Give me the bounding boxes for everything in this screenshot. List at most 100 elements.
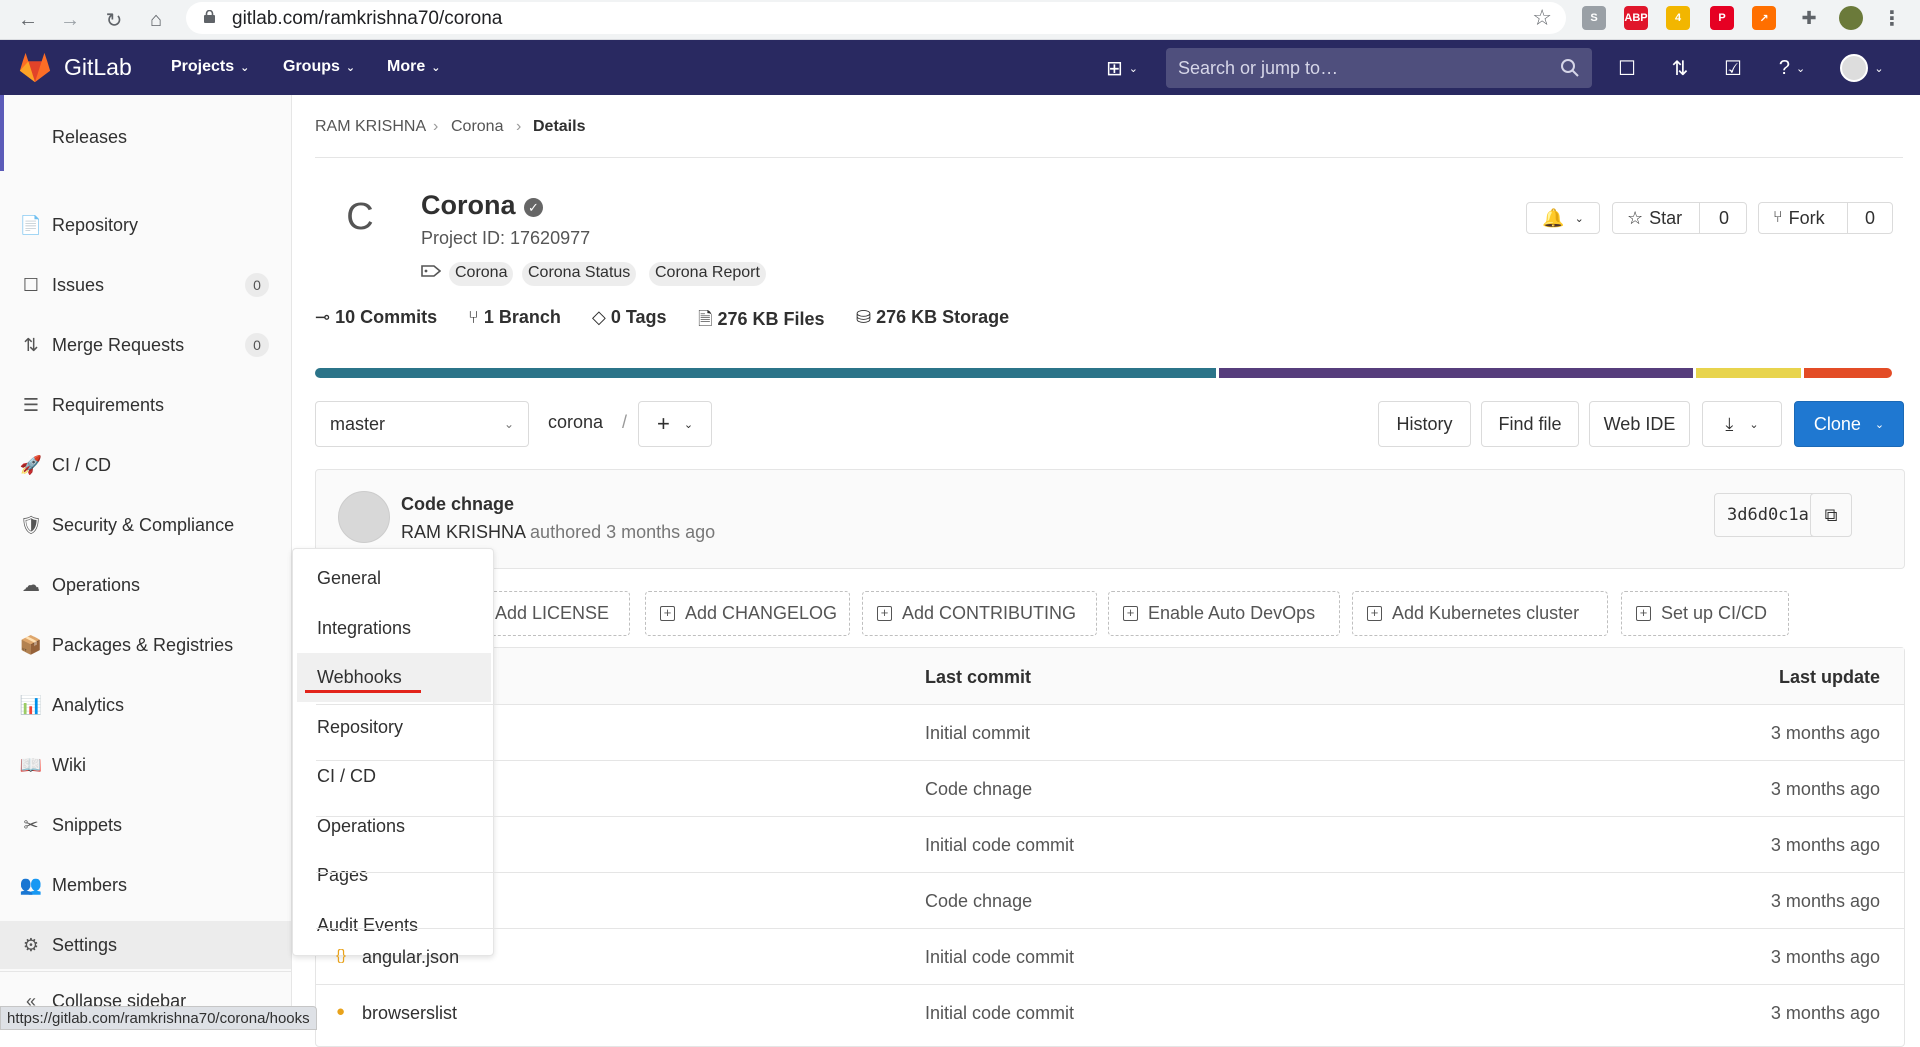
star-button[interactable]: ☆ Star 0 (1612, 202, 1747, 234)
extensions-puzzle-icon[interactable]: ✚ (1797, 6, 1821, 30)
settings-flyout-menu: General Integrations Webhooks Repository CI … (292, 548, 494, 956)
bookmark-star-icon[interactable]: ☆ (1532, 5, 1552, 31)
flyout-item-integrations[interactable]: Integrations (297, 604, 491, 653)
history-button[interactable]: History (1378, 401, 1471, 447)
branch-select[interactable]: master ⌄ (315, 401, 529, 447)
profile-avatar-icon[interactable] (1839, 6, 1863, 30)
add-button-enable-auto-devops[interactable]: + Enable Auto DevOps (1108, 591, 1340, 636)
nav-groups[interactable]: Groups ⌄ (283, 58, 355, 76)
row-date: 3 months ago (1770, 891, 1880, 911)
add-button-add-license[interactable]: Add LICENSE (480, 591, 630, 636)
topic-badge[interactable]: Corona Report (649, 262, 766, 286)
add-button-set-up-ci-cd[interactable]: + Set up CI/CD (1621, 591, 1789, 636)
chart-extension-icon[interactable]: ↗ (1752, 6, 1776, 30)
pinterest-icon[interactable]: P (1710, 6, 1734, 30)
file-name-link[interactable]: browserslist (362, 1003, 457, 1024)
back-icon[interactable]: ← (14, 6, 42, 34)
nav-projects[interactable]: Projects ⌄ (171, 58, 249, 76)
row-commit-link[interactable]: Initial code commit (925, 947, 1074, 968)
flyout-item-audit-events[interactable]: Audit Events (297, 901, 491, 950)
sidebar-item-merge-requests[interactable]: ⇅ Merge Requests 0 (0, 321, 291, 369)
topic-badge[interactable]: Corona Status (522, 262, 637, 286)
sidebar-item-ci-cd[interactable]: 🚀 CI / CD (0, 441, 291, 489)
copy-sha-icon[interactable]: ⧉ (1810, 493, 1852, 537)
chevron-down-icon: ⌄ (240, 62, 250, 74)
sidebar-item-security-compliance[interactable]: 🛡 Security & Compliance (0, 501, 291, 549)
add-to-tree-button[interactable]: + ⌄ (638, 401, 712, 447)
web-ide-button[interactable]: Web IDE (1589, 401, 1690, 447)
row-divider (316, 704, 1904, 705)
flyout-item-general[interactable]: General (297, 554, 491, 603)
nav-more[interactable]: More ⌄ (387, 58, 440, 76)
commit-title[interactable]: Code chnage (401, 494, 514, 515)
fork-button[interactable]: ⑂ Fork 0 (1758, 202, 1893, 234)
row-commit-link[interactable]: Code chnage (925, 891, 1032, 912)
forward-icon[interactable]: → (56, 6, 84, 34)
author-link[interactable]: RAM KRISHNA (401, 522, 525, 542)
stat-files[interactable]: 🗎 276 KB Files (698, 307, 825, 337)
row-commit-link[interactable]: Initial code commit (925, 1003, 1074, 1024)
sidebar-item-repository[interactable]: 📄 Repository (0, 201, 291, 249)
sidebar-item-operations[interactable]: ☁ Operations (0, 561, 291, 609)
sidebar-item-requirements[interactable]: ☰ Requirements (0, 381, 291, 429)
new-item-plus-icon[interactable]: ⊞ ⌄ (1098, 55, 1146, 81)
flyout-item-pages[interactable]: Pages (297, 851, 491, 900)
add-button-add-changelog[interactable]: + Add CHANGELOG (645, 591, 850, 636)
lock-icon (204, 10, 215, 23)
merge-requests-icon[interactable]: ⇅ (1667, 55, 1693, 81)
sidebar-item-analytics[interactable]: 📊 Analytics (0, 681, 291, 729)
issues-todo-icon[interactable]: ☐ (1614, 55, 1640, 81)
user-avatar[interactable]: ⌄ (1838, 54, 1886, 82)
clone-button[interactable]: Clone ⌄ (1794, 401, 1904, 447)
row-commit-link[interactable]: Initial code commit (925, 835, 1074, 856)
skype-extension-icon[interactable]: S (1582, 6, 1606, 30)
todos-check-icon[interactable]: ☑ (1720, 55, 1746, 81)
path-root[interactable]: corona (548, 412, 603, 433)
reload-icon[interactable]: ↻ (100, 6, 128, 34)
flyout-item-operations[interactable]: Operations (297, 802, 491, 851)
url-text: gitlab.com/ramkrishna70/corona (232, 8, 503, 29)
language-segment[interactable] (1219, 368, 1694, 378)
sidebar-item-releases[interactable]: Releases (0, 113, 291, 161)
download-button[interactable]: ⤓ ⌄ (1702, 401, 1782, 447)
sidebar-item-snippets[interactable]: ✂ Snippets (0, 801, 291, 849)
notifications-button[interactable]: 🔔 ⌄ (1526, 202, 1600, 234)
topic-badge[interactable]: Corona (449, 262, 514, 286)
file-icon: 🗎 (698, 309, 713, 329)
find-file-button[interactable]: Find file (1481, 401, 1579, 447)
stat-tags[interactable]: ◇ 0 Tags (592, 307, 667, 328)
browser-menu-icon[interactable]: ⋮ (1880, 6, 1904, 30)
language-segment[interactable] (1696, 368, 1801, 378)
breadcrumb-project[interactable]: Corona (451, 118, 503, 136)
gitlab-logo-text[interactable]: GitLab (64, 54, 132, 81)
sidebar-item-packages-registries[interactable]: 📦 Packages & Registries (0, 621, 291, 669)
address-bar[interactable]: gitlab.com/ramkrishna70/corona ☆ (186, 2, 1566, 34)
flyout-item-repository[interactable]: Repository (297, 703, 491, 752)
extension-badge-icon[interactable]: 4 (1666, 6, 1690, 30)
sidebar-item-settings[interactable]: ⚙ Settings (0, 921, 291, 969)
search-input[interactable]: Search or jump to… (1166, 48, 1592, 88)
wiki-icon: 📖 (19, 754, 43, 775)
file-name-link[interactable]: angular.json (362, 947, 459, 968)
author-avatar[interactable] (338, 491, 390, 543)
gitlab-header: GitLab Projects ⌄ Groups ⌄ More ⌄ ⊞ ⌄ Searc… (0, 40, 1920, 95)
sidebar-item-members[interactable]: 👥 Members (0, 861, 291, 909)
language-segment[interactable] (315, 368, 1217, 378)
gitlab-logo-icon[interactable] (18, 50, 52, 84)
stat-commits[interactable]: ⊸ 10 Commits (315, 307, 437, 328)
stat-branches[interactable]: ⑂ 1 Branch (468, 307, 561, 328)
add-button-add-kubernetes-cluster[interactable]: + Add Kubernetes cluster (1352, 591, 1608, 636)
sidebar-item-wiki[interactable]: 📖 Wiki (0, 741, 291, 789)
home-icon[interactable]: ⌂ (142, 6, 170, 34)
stat-storage[interactable]: ⛁ 276 KB Storage (856, 307, 1009, 328)
add-button-add-contributing[interactable]: + Add CONTRIBUTING (862, 591, 1097, 636)
adblock-plus-icon[interactable]: ABP (1624, 6, 1648, 30)
row-commit-link[interactable]: Code chnage (925, 779, 1032, 800)
row-commit-link[interactable]: Initial commit (925, 723, 1030, 744)
breadcrumb-owner[interactable]: RAM KRISHNA (315, 118, 426, 136)
repository-icon: 📄 (19, 214, 43, 235)
flyout-item-webhooks[interactable]: Webhooks (297, 653, 491, 702)
help-icon[interactable]: ? ⌄ (1770, 55, 1814, 81)
language-segment[interactable] (1803, 368, 1893, 378)
sidebar-item-issues[interactable]: ☐ Issues 0 (0, 261, 291, 309)
